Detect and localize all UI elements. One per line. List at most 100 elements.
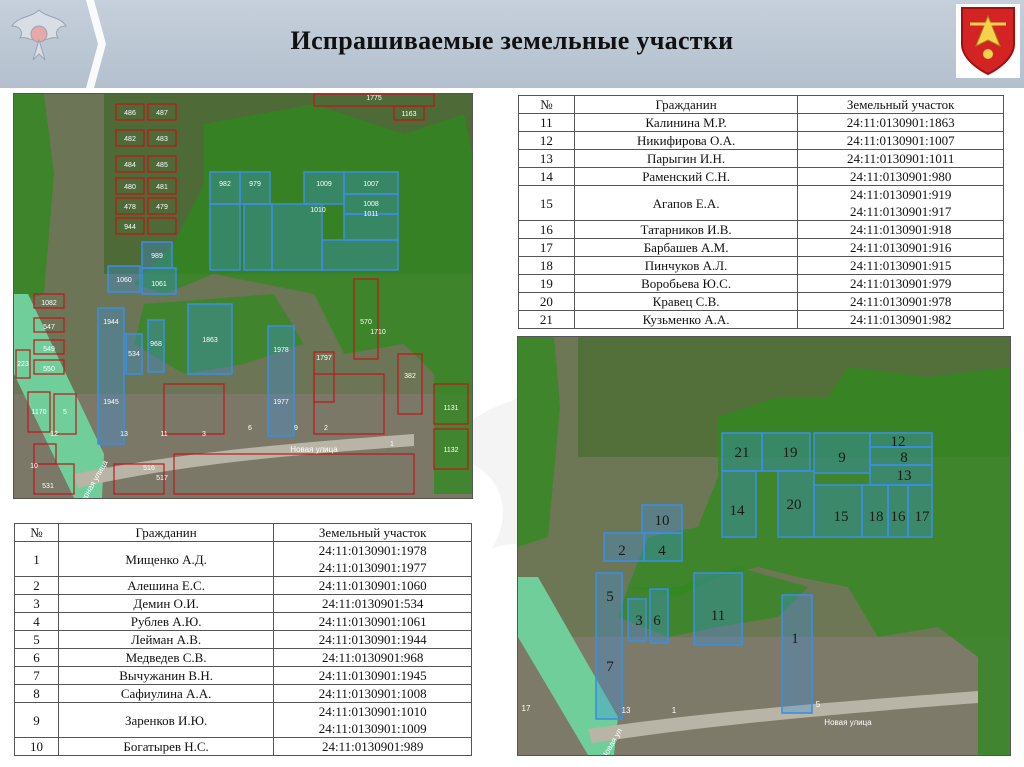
svg-text:1009: 1009 <box>316 181 332 188</box>
table-row: 17 Барбашев А.М. 24:11:0130901:916 <box>518 238 1004 257</box>
header-citizen: Гражданин <box>573 95 799 114</box>
svg-text:17: 17 <box>522 704 531 713</box>
svg-text:20: 20 <box>787 497 802 513</box>
row-number: 12 <box>518 131 575 150</box>
plot-number: 24:11:0130901:917 <box>849 204 952 219</box>
svg-text:19: 19 <box>783 445 798 461</box>
military-coat-of-arms-icon <box>956 4 1020 78</box>
plot-number: 24:11:0130901:978 <box>849 294 952 309</box>
row-citizen: Пинчуков А.Л. <box>573 256 799 275</box>
table-header-row: № Гражданин Земельный участок <box>14 523 472 542</box>
row-citizen: Татарников И.В. <box>573 220 799 239</box>
svg-text:2: 2 <box>618 543 626 559</box>
svg-text:223: 223 <box>17 361 29 368</box>
table-row: 12 Никифирова О.А. 24:11:0130901:1007 <box>518 131 1004 150</box>
row-number: 14 <box>518 167 575 186</box>
row-citizen: Сафиулина А.А. <box>57 684 275 703</box>
plot-number: 24:11:0130901:1007 <box>846 133 955 148</box>
row-number: 21 <box>518 310 575 329</box>
svg-text:18: 18 <box>869 509 884 525</box>
svg-text:1060: 1060 <box>116 277 132 284</box>
plot-number: 24:11:0130901:1977 <box>318 560 427 575</box>
row-citizen: Парыгин И.Н. <box>573 149 799 168</box>
table-row: 18 Пинчуков А.Л. 24:11:0130901:915 <box>518 256 1004 275</box>
row-plot: 24:11:0130901:968 <box>273 648 472 667</box>
row-citizen: Мищенко А.Д. <box>57 541 275 577</box>
row-plot: 24:11:0130901:1863 <box>797 113 1004 132</box>
svg-text:480: 480 <box>124 184 136 191</box>
row-plot: 24:11:0130901:1010 24:11:0130901:1009 <box>273 702 472 738</box>
svg-text:517: 517 <box>156 475 168 482</box>
row-plot: 24:11:0130901:979 <box>797 274 1004 293</box>
row-citizen: Алешина Е.С. <box>57 576 275 595</box>
svg-text:549: 549 <box>43 346 55 353</box>
plot-number: 24:11:0130901:980 <box>849 169 952 184</box>
svg-text:486: 486 <box>124 110 136 117</box>
row-citizen: Барбашев А.М. <box>573 238 799 257</box>
svg-text:534: 534 <box>128 351 140 358</box>
row-citizen: Заренков И.Ю. <box>57 702 275 738</box>
plot-number: 24:11:0130901:1944 <box>318 632 427 647</box>
svg-text:4: 4 <box>658 543 666 559</box>
header-citizen: Гражданин <box>57 523 275 542</box>
row-citizen: Богатырев Н.С. <box>57 737 275 756</box>
table-row: 9 Заренков И.Ю. 24:11:0130901:1010 24:11:01… <box>14 702 472 738</box>
svg-text:1170: 1170 <box>31 409 46 416</box>
svg-text:382: 382 <box>404 373 416 380</box>
svg-text:478: 478 <box>124 204 136 211</box>
table-row: 2 Алешина Е.С. 24:11:0130901:1060 <box>14 576 472 595</box>
table-row: 14 Раменский С.Н. 24:11:0130901:980 <box>518 167 1004 186</box>
plot-number: 24:11:0130901:968 <box>321 650 424 665</box>
row-number: 8 <box>14 684 59 703</box>
svg-text:Новая улица: Новая улица <box>824 718 872 727</box>
row-number: 5 <box>14 630 59 649</box>
svg-text:17: 17 <box>915 509 931 525</box>
svg-text:487: 487 <box>156 110 168 117</box>
row-citizen: Никифирова О.А. <box>573 131 799 150</box>
svg-text:1: 1 <box>390 441 394 448</box>
row-plot: 24:11:0130901:1061 <box>273 612 472 631</box>
svg-text:1978: 1978 <box>273 347 289 354</box>
row-citizen: Рублев А.Ю. <box>57 612 275 631</box>
svg-text:1082: 1082 <box>41 300 57 307</box>
table-row: 20 Кравец С.В. 24:11:0130901:978 <box>518 292 1004 311</box>
cadastral-map-left: 486 487 482 483 484 485 480 481 478 479 944 10… <box>13 93 473 499</box>
table-row: 19 Воробьева Ю.С. 24:11:0130901:979 <box>518 274 1004 293</box>
svg-text:5: 5 <box>63 409 67 416</box>
svg-text:547: 547 <box>43 324 55 331</box>
row-number: 20 <box>518 292 575 311</box>
plot-number: 24:11:0130901:1011 <box>846 151 955 166</box>
svg-text:Новая улица: Новая улица <box>290 445 338 454</box>
svg-text:1: 1 <box>672 706 677 715</box>
table-row: 11 Калинина М.Р. 24:11:0130901:1863 <box>518 113 1004 132</box>
svg-text:531: 531 <box>42 483 54 490</box>
svg-text:485: 485 <box>156 162 168 169</box>
row-plot: 24:11:0130901:978 <box>797 292 1004 311</box>
svg-text:483: 483 <box>156 136 168 143</box>
svg-text:3: 3 <box>635 613 643 629</box>
svg-text:989: 989 <box>151 253 163 260</box>
svg-text:21: 21 <box>735 445 750 461</box>
row-plot: 24:11:0130901:1944 <box>273 630 472 649</box>
svg-text:550: 550 <box>43 366 55 373</box>
plot-number: 24:11:0130901:916 <box>849 240 952 255</box>
row-plot: 24:11:0130901:1008 <box>273 684 472 703</box>
row-plot: 24:11:0130901:534 <box>273 594 472 613</box>
row-number: 13 <box>518 149 575 168</box>
row-plot: 24:11:0130901:918 <box>797 220 1004 239</box>
row-citizen: Воробьева Ю.С. <box>573 274 799 293</box>
row-number: 15 <box>518 185 575 221</box>
svg-text:12: 12 <box>50 431 58 438</box>
row-plot: 24:11:0130901:1007 <box>797 131 1004 150</box>
row-plot: 24:11:0130901:916 <box>797 238 1004 257</box>
svg-text:9: 9 <box>838 450 846 466</box>
table-row: 4 Рублев А.Ю. 24:11:0130901:1061 <box>14 612 472 631</box>
parcels-table-top: № Гражданин Земельный участок 11 Калинина… <box>518 95 1004 329</box>
row-number: 2 <box>14 576 59 595</box>
svg-text:1011: 1011 <box>363 211 378 218</box>
plot-number: 24:11:0130901:1945 <box>318 668 427 683</box>
svg-text:1008: 1008 <box>363 201 379 208</box>
svg-text:570: 570 <box>360 319 372 326</box>
table-row: 7 Вычужанин В.Н. 24:11:0130901:1945 <box>14 666 472 685</box>
svg-text:11: 11 <box>160 431 167 438</box>
